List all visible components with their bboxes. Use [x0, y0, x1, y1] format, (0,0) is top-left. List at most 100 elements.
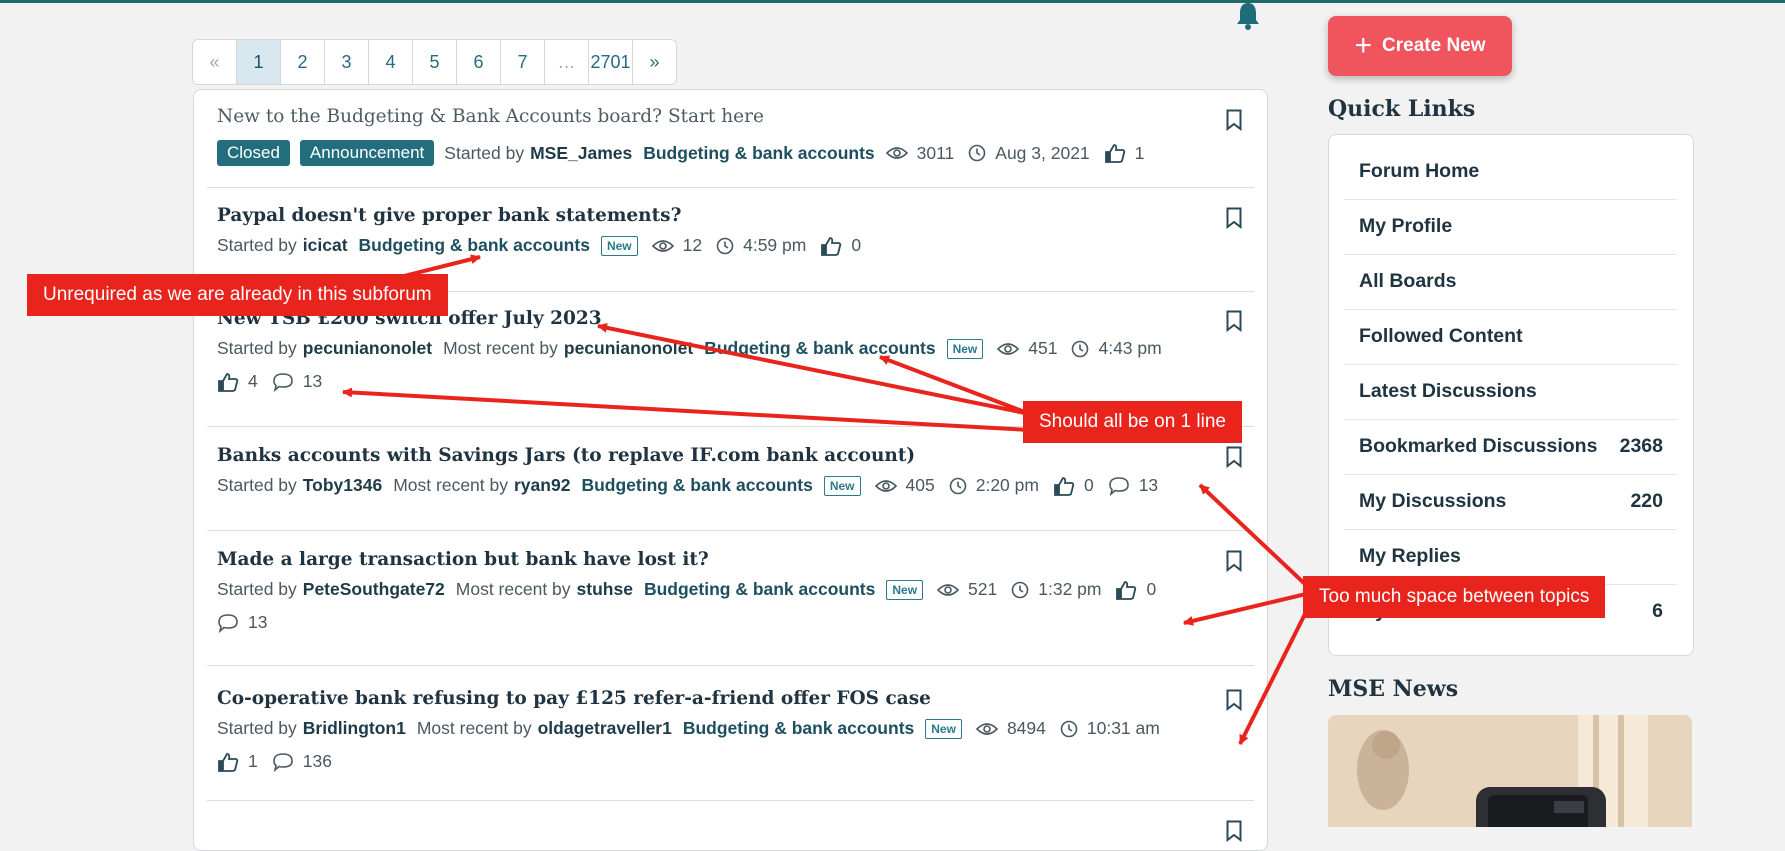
comment-icon [1108, 476, 1129, 496]
pagination-page-1[interactable]: 1 [237, 40, 281, 84]
annotation-spacing: Too much space between topics [1303, 576, 1606, 618]
views-count: 521 [968, 579, 998, 599]
thumbs-up-icon [218, 372, 239, 392]
board-link[interactable]: Budgeting & bank accounts [644, 579, 875, 600]
quick-link-count: 2368 [1619, 435, 1663, 457]
topic-title[interactable]: Co-operative bank refusing to pay £125 r… [217, 688, 931, 709]
pagination-prev[interactable]: « [193, 40, 237, 84]
clock-icon [968, 144, 986, 162]
topic-title[interactable]: New to the Budgeting & Bank Accounts boa… [217, 106, 764, 127]
board-link[interactable]: Budgeting & bank accounts [643, 143, 874, 164]
quick-link-my-discussions[interactable]: My Discussions 220 [1344, 474, 1677, 530]
views-stat: 521 [937, 579, 997, 600]
topic-meta: Started by PeteSouthgate72 Most recent b… [217, 579, 1170, 600]
new-badge: New [600, 235, 638, 256]
topic-meta: Started by icicat Budgeting & bank accou… [217, 235, 875, 256]
pagination-page-7[interactable]: 7 [501, 40, 545, 84]
bookmark-icon[interactable] [1226, 207, 1242, 229]
pagination-page-2[interactable]: 2 [281, 40, 325, 84]
pagination-page-4[interactable]: 4 [369, 40, 413, 84]
comments-count: 13 [302, 371, 323, 391]
plus-icon: + [1354, 29, 1373, 62]
board-link[interactable]: Budgeting & bank accounts [581, 475, 812, 496]
timestamp: 1:32 pm [1038, 579, 1102, 599]
comment-icon [272, 752, 293, 772]
most-recent-label: Most recent by [416, 718, 532, 738]
views-stat: 12 [651, 235, 703, 256]
board-link[interactable]: Budgeting & bank accounts [683, 718, 914, 739]
quick-link-all-boards[interactable]: All Boards [1344, 254, 1677, 310]
timestamp: 4:59 pm [743, 235, 807, 255]
likes-stat: 0 [820, 235, 861, 256]
likes-stat: 1 [217, 751, 258, 772]
topic-row[interactable]: Made a large transaction but bank have l… [207, 530, 1254, 666]
new-badge: New [823, 475, 861, 496]
author-link[interactable]: Bridlington1 [303, 718, 406, 739]
views-stat: 8494 [975, 718, 1046, 739]
quick-link-my-profile[interactable]: My Profile [1344, 199, 1677, 255]
board-link[interactable]: Budgeting & bank accounts [704, 338, 935, 359]
topic-row[interactable]: Co-operative bank refusing to pay £125 r… [207, 665, 1254, 801]
bookmark-icon[interactable] [1226, 689, 1242, 711]
author-link[interactable]: MSE_James [530, 143, 632, 164]
eye-icon [885, 147, 908, 159]
views-count: 12 [682, 235, 703, 255]
topic-row[interactable]: New to the Budgeting & Bank Accounts boa… [207, 90, 1254, 188]
bookmark-icon[interactable] [1226, 550, 1242, 572]
thumbs-up-icon [1054, 476, 1075, 496]
time-stat: 4:43 pm [1071, 338, 1162, 359]
notification-bell-icon[interactable] [1234, 0, 1262, 32]
recent-user-link[interactable]: stuhse [577, 579, 633, 600]
quick-link-forum-home[interactable]: Forum Home [1344, 144, 1677, 200]
likes-stat: 4 [217, 371, 258, 392]
topic-title[interactable]: Made a large transaction but bank have l… [217, 549, 709, 570]
quick-link-bookmarked-discussions[interactable]: Bookmarked Discussions 2368 [1344, 419, 1677, 475]
pagination-page-6[interactable]: 6 [457, 40, 501, 84]
author-link[interactable]: icicat [303, 235, 348, 256]
topic-title[interactable]: Banks accounts with Savings Jars (to rep… [217, 445, 915, 466]
bookmark-icon[interactable] [1226, 446, 1242, 468]
comment-icon [218, 613, 238, 633]
quick-link-followed-content[interactable]: Followed Content [1344, 309, 1677, 365]
pagination-page-last[interactable]: 2701 [589, 40, 633, 84]
quick-link-latest-discussions[interactable]: Latest Discussions [1344, 364, 1677, 420]
bookmark-icon[interactable] [1226, 310, 1242, 332]
recent-user-link[interactable]: oldagetraveller1 [538, 718, 672, 739]
topic-title[interactable]: Paypal doesn't give proper bank statemen… [217, 205, 681, 226]
comments-stat: 13 [272, 371, 322, 392]
recent-user-link[interactable]: ryan92 [514, 475, 570, 496]
views-stat: 451 [997, 338, 1057, 359]
clock-icon [716, 237, 734, 254]
pagination-next[interactable]: » [633, 40, 676, 84]
started-by-label: Started by [217, 475, 297, 495]
likes-count: 0 [1146, 579, 1157, 599]
quick-link-label: Latest Discussions [1359, 380, 1537, 402]
comment-icon [272, 372, 293, 392]
bookmark-icon[interactable] [1226, 820, 1242, 842]
recent-user-link[interactable]: pecunianonolet [564, 338, 693, 359]
likes-stat: 0 [1053, 475, 1094, 496]
news-thumbnail[interactable] [1328, 715, 1692, 827]
author-link[interactable]: pecunianonolet [303, 338, 432, 359]
create-new-label: Create New [1382, 35, 1486, 56]
announcement-tag: Announcement [299, 140, 435, 166]
create-new-button[interactable]: + Create New [1328, 16, 1512, 76]
quick-link-label: My Discussions [1359, 490, 1507, 512]
bookmark-icon[interactable] [1226, 109, 1242, 131]
quick-link-label: Bookmarked Discussions [1359, 435, 1598, 457]
views-stat: 3011 [885, 143, 954, 164]
pagination-page-3[interactable]: 3 [325, 40, 369, 84]
pagination-page-5[interactable]: 5 [413, 40, 457, 84]
started-by-label: Started by [444, 142, 525, 163]
topic-meta: Started by pecunianonolet Most recent by… [217, 338, 1176, 359]
comments-count: 13 [1138, 475, 1159, 495]
author-link[interactable]: Toby1346 [303, 475, 382, 496]
views-stat: 405 [874, 475, 935, 496]
timestamp: 2:20 pm [975, 475, 1039, 495]
comments-stat: 136 [272, 751, 332, 772]
timestamp: 10:31 am [1086, 718, 1160, 738]
eye-icon [997, 342, 1020, 355]
author-link[interactable]: PeteSouthgate72 [303, 579, 445, 600]
new-badge: New [925, 718, 962, 739]
board-link[interactable]: Budgeting & bank accounts [359, 235, 590, 256]
